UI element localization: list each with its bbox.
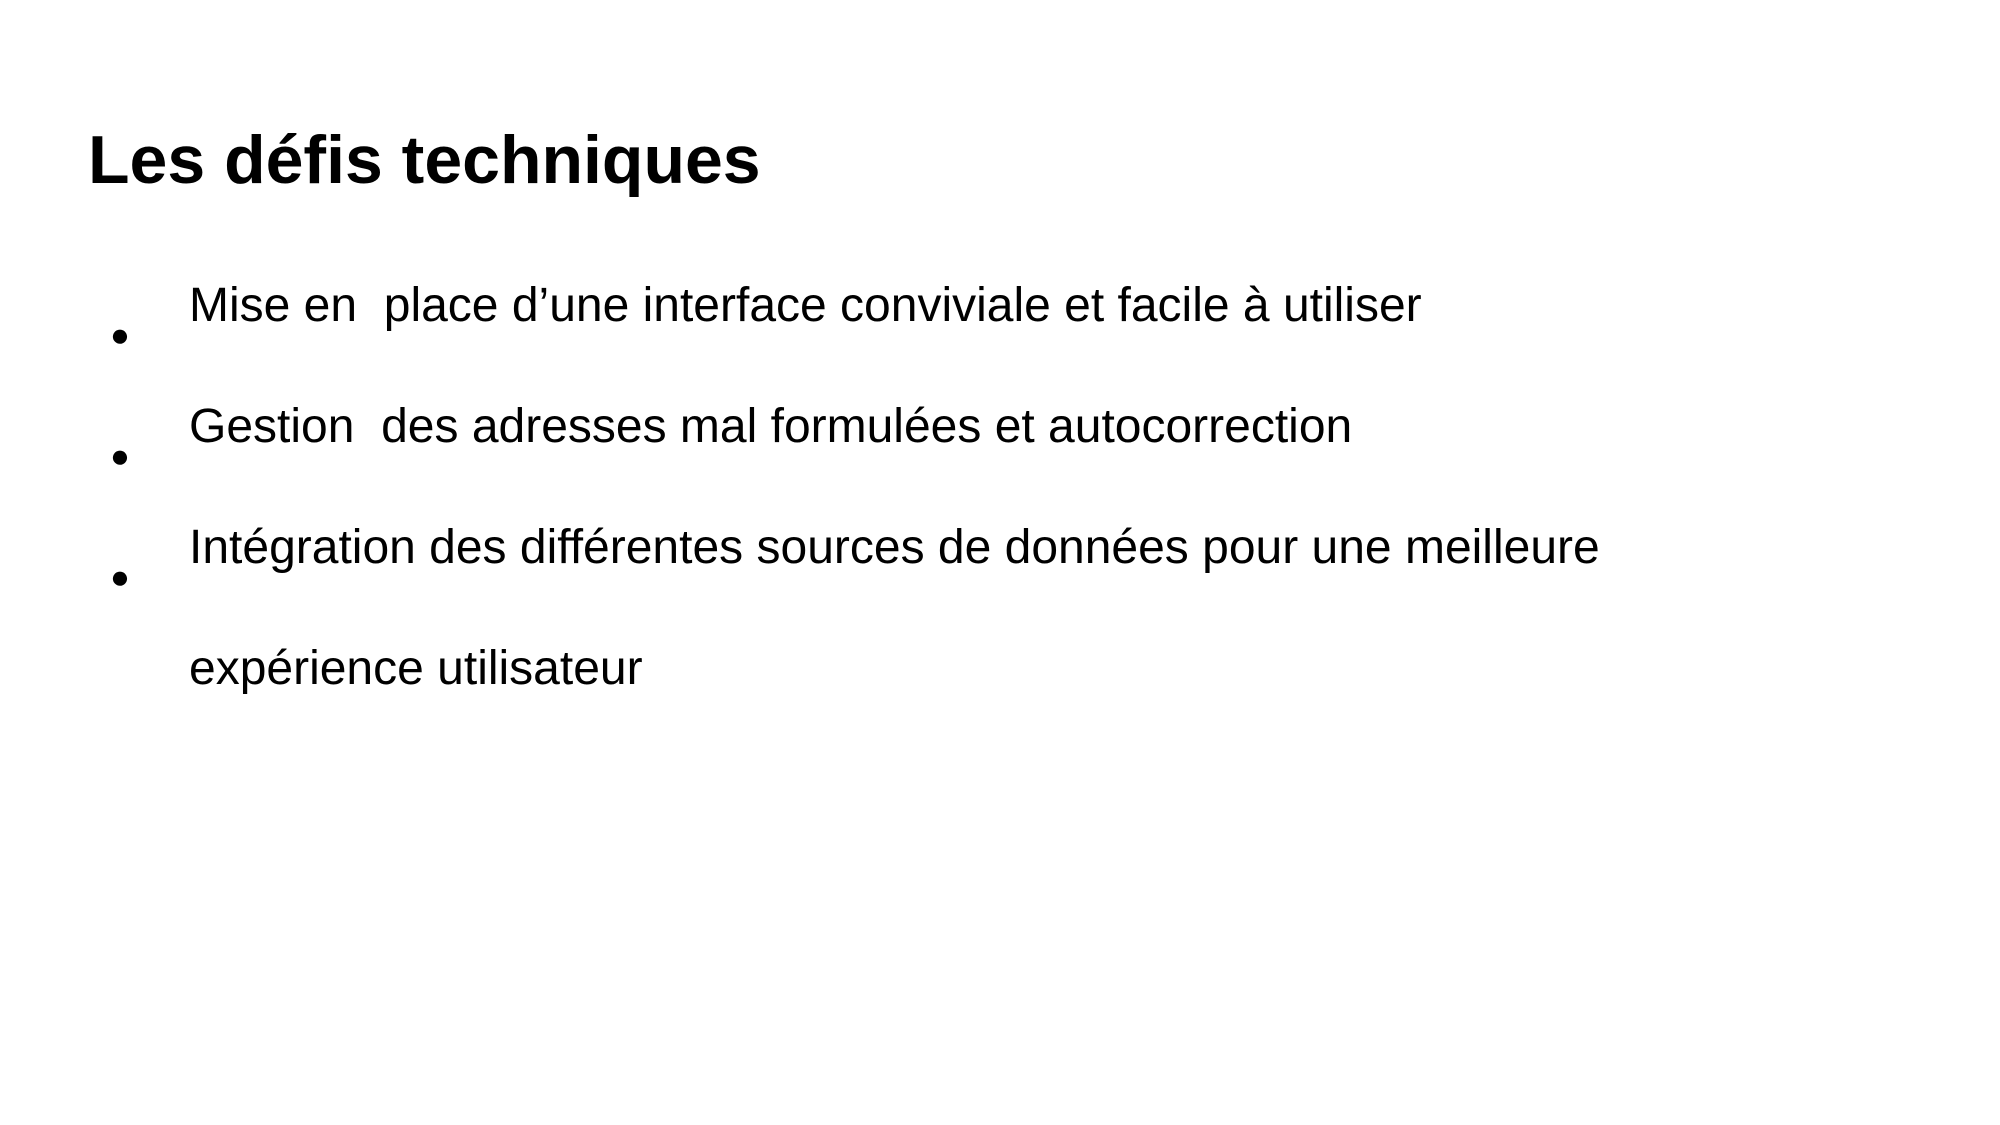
bullet-text: Intégration des différentes sources de d…: [189, 521, 1600, 695]
slide-title: Les défis techniques: [88, 122, 761, 198]
bullet-icon: ●: [110, 316, 130, 353]
bullet-icon: ●: [110, 437, 130, 474]
bullet-text: Gestion des adresses mal formulées et au…: [189, 400, 1353, 453]
bullet-text: Mise en place d’une interface conviviale…: [189, 279, 1422, 332]
slide: Les défis techniques ● Mise en place d’u…: [0, 0, 2000, 1125]
bullet-icon: ●: [110, 558, 130, 595]
